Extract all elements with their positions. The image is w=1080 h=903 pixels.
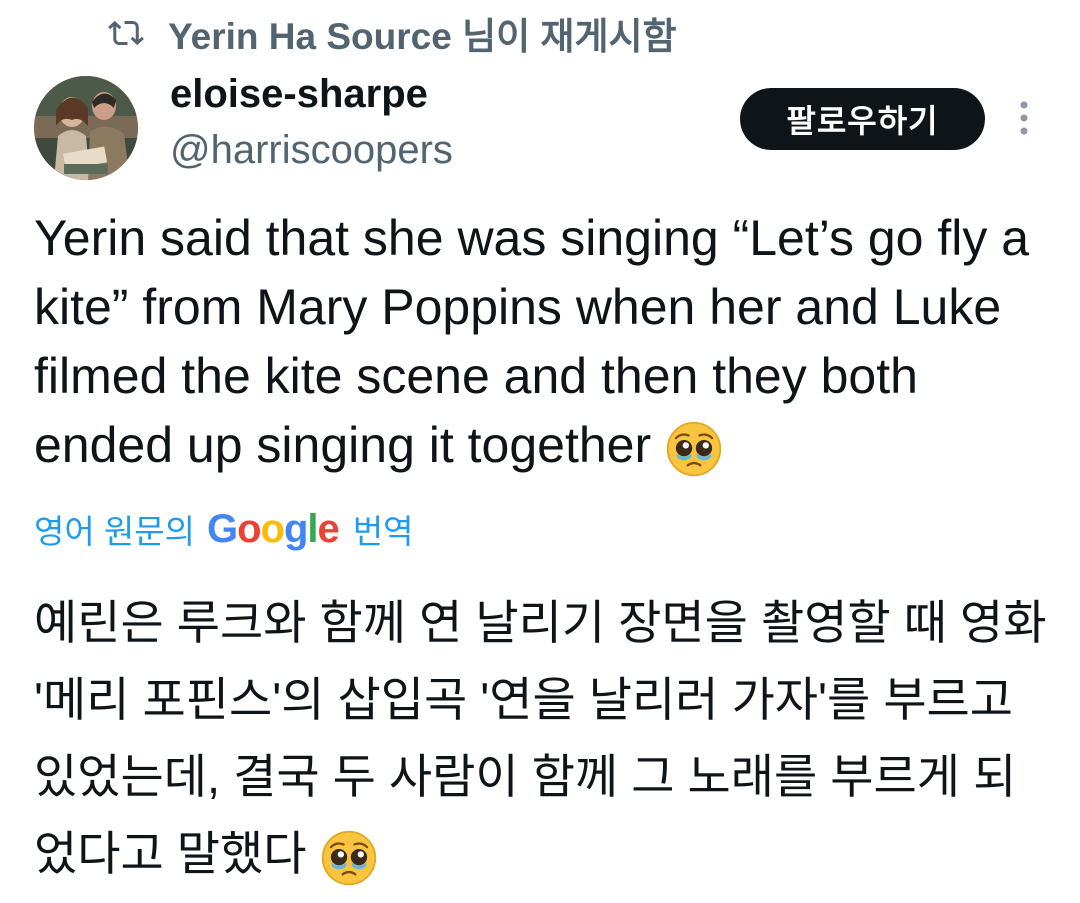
display-name[interactable]: eloise-sharpe xyxy=(170,72,428,117)
google-logo: Google xyxy=(206,506,340,551)
tweet-body: Yerin said that she was singing “Let’s g… xyxy=(34,210,1030,473)
translation-suffix: 번역 xyxy=(352,513,414,550)
pleading-face-emoji xyxy=(666,421,722,476)
tweet-text: Yerin said that she was singing “Let’s g… xyxy=(34,204,1044,480)
user-handle[interactable]: @harriscoopers xyxy=(170,128,453,173)
retweet-icon xyxy=(108,20,144,46)
retweet-text[interactable]: Yerin Ha Source 님이 재게시함 xyxy=(168,6,677,60)
avatar[interactable] xyxy=(34,76,138,180)
translation-attribution[interactable]: 영어 원문의 Google 번역 xyxy=(34,506,414,552)
translation-prefix: 영어 원문의 xyxy=(34,513,195,550)
avatar-image xyxy=(34,76,138,180)
translated-tweet-text: 예린은 루크와 함께 연 날리기 장면을 촬영할 때 영화 '메리 포핀스'의 … xyxy=(34,584,1054,892)
translated-body: 예린은 루크와 함께 연 날리기 장면을 촬영할 때 영화 '메리 포핀스'의 … xyxy=(34,596,1047,880)
pleading-face-emoji xyxy=(321,830,376,885)
follow-button[interactable]: 팔로우하기 xyxy=(740,88,985,150)
more-options-icon[interactable] xyxy=(1016,100,1032,136)
retweet-header[interactable]: Yerin Ha Source 님이 재게시함 xyxy=(108,8,677,58)
